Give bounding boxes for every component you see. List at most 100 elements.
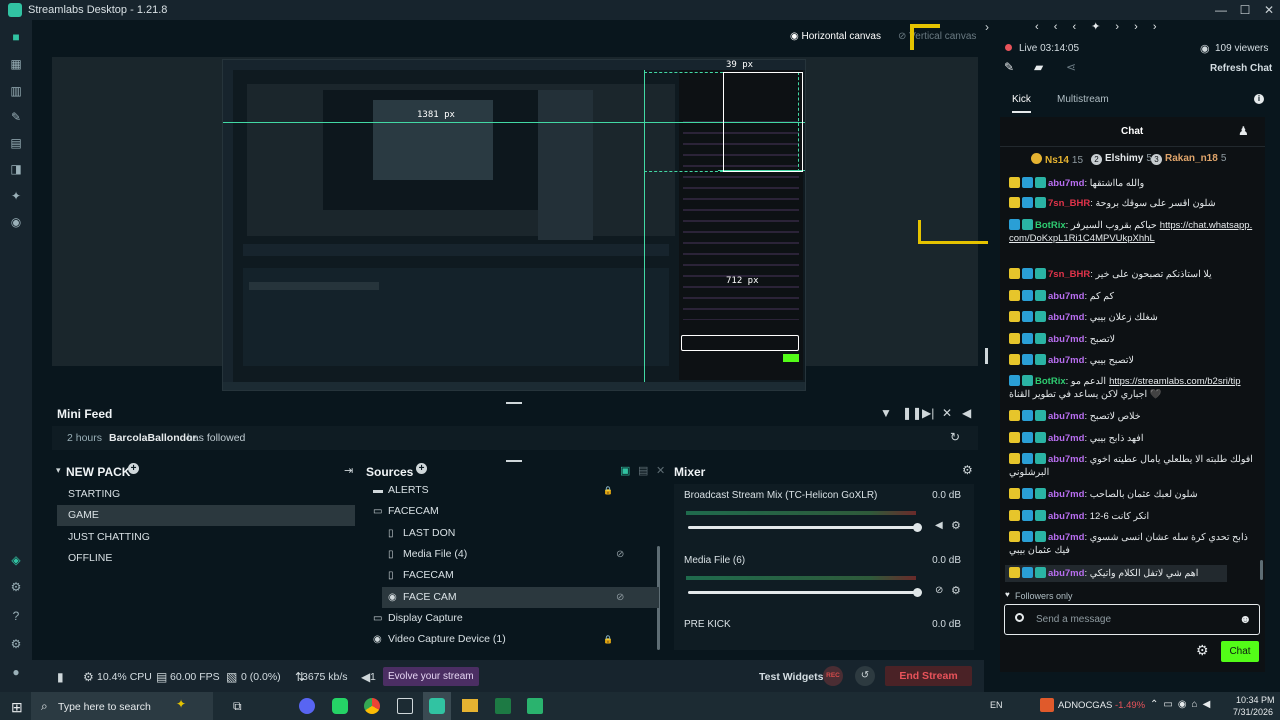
- hidden-eye-icon[interactable]: ⊘: [616, 587, 624, 608]
- chat-username[interactable]: abu7md: [1048, 178, 1084, 189]
- scene-collection-chevron-icon[interactable]: ▾: [56, 465, 61, 476]
- close-icon[interactable]: ✕: [1258, 0, 1280, 20]
- discord-icon[interactable]: [299, 698, 315, 714]
- resize-handle[interactable]: [985, 348, 988, 364]
- right-panel-collapse-icon[interactable]: ›: [985, 20, 989, 34]
- share-icon[interactable]: ⋖: [1066, 60, 1076, 74]
- volume-slider-knob[interactable]: [913, 587, 922, 597]
- speaker-icon[interactable]: ◀: [935, 520, 943, 531]
- horizontal-canvas-toggle[interactable]: ◉ Horizontal canvas: [790, 31, 881, 42]
- selective-recording-icon[interactable]: ▣: [620, 464, 630, 477]
- notification-icon[interactable]: ◀: [361, 670, 370, 684]
- add-scene-icon[interactable]: +: [128, 463, 139, 474]
- app-icon[interactable]: [527, 698, 543, 714]
- scene-collection-title[interactable]: NEW PACK: [66, 465, 130, 479]
- evolve-banner[interactable]: Evolve your stream: [383, 667, 479, 686]
- stats-chart-icon[interactable]: ▮: [57, 670, 64, 684]
- clock-date[interactable]: 7/31/2026: [1233, 707, 1273, 717]
- chat-username[interactable]: BotRix: [1035, 220, 1066, 231]
- chat-settings-icon[interactable]: ⚙: [1196, 642, 1209, 659]
- source-item[interactable]: ◉ FACE CAM ⊘: [382, 586, 659, 608]
- tab-kick[interactable]: Kick: [1012, 94, 1031, 113]
- dashboard-icon[interactable]: ▦: [9, 57, 23, 71]
- maximize-icon[interactable]: ☐: [1234, 0, 1256, 20]
- add-folder-icon[interactable]: ▤: [638, 464, 648, 477]
- clock-time[interactable]: 10:34 PM: [1236, 695, 1275, 705]
- source-item[interactable]: ▯ LAST DON: [367, 523, 659, 544]
- mixer-item-settings-icon[interactable]: ⚙: [951, 519, 961, 532]
- skip-icon[interactable]: ▶|: [922, 406, 934, 420]
- test-widgets-button[interactable]: Test Widgets: [759, 671, 823, 683]
- chat-users-icon[interactable]: ♟: [1238, 124, 1249, 138]
- refresh-chat-button[interactable]: Refresh Chat: [1210, 63, 1272, 74]
- feed-user[interactable]: BarcolaBallondor: [109, 432, 197, 444]
- lock-icon[interactable]: 🔒: [603, 480, 613, 501]
- ultra-icon[interactable]: ◈: [9, 553, 23, 567]
- chat-link[interactable]: https://streamlabs.com/b2sri/tip: [1109, 376, 1240, 387]
- source-item[interactable]: ▭ Display Capture: [367, 608, 659, 629]
- chat-username[interactable]: abu7md: [1048, 312, 1084, 323]
- layout-icon[interactable]: ▥: [9, 84, 23, 98]
- add-source-icon[interactable]: +: [416, 463, 427, 474]
- replay-buffer-button[interactable]: ↺: [855, 666, 875, 686]
- top-gifter[interactable]: Ns14 15: [1031, 153, 1083, 166]
- emoji-icon[interactable]: ☻: [1239, 612, 1252, 626]
- info-icon[interactable]: i: [1254, 94, 1264, 104]
- end-stream-button[interactable]: End Stream: [885, 666, 972, 686]
- minimize-icon[interactable]: —: [1210, 0, 1232, 20]
- mute-alert-icon[interactable]: ✕: [942, 406, 952, 420]
- tab-multistream[interactable]: Multistream: [1057, 94, 1109, 105]
- chat-username[interactable]: abu7md: [1048, 355, 1084, 366]
- settings-icon[interactable]: ⚙: [9, 637, 23, 651]
- rec-button[interactable]: REC: [823, 666, 843, 686]
- speaker-muted-icon[interactable]: ⊘: [935, 585, 943, 596]
- mixer-item-settings-icon[interactable]: ⚙: [951, 584, 961, 597]
- chat-input[interactable]: Send a message ☻: [1004, 604, 1260, 635]
- chrome-icon[interactable]: [364, 698, 380, 714]
- tray-icons[interactable]: ⌃▭◉⌂◀: [1150, 699, 1215, 710]
- source-item[interactable]: ▯ FACECAM: [367, 565, 659, 586]
- account-icon[interactable]: ●: [9, 665, 23, 679]
- scene-item[interactable]: JUST CHATTING: [57, 527, 355, 548]
- chat-username[interactable]: abu7md: [1048, 568, 1084, 579]
- volume-slider[interactable]: [688, 526, 918, 529]
- scene-item[interactable]: OFFLINE: [57, 548, 355, 569]
- scene-item[interactable]: STARTING: [57, 484, 355, 505]
- chat-username[interactable]: abu7md: [1048, 489, 1084, 500]
- top-gifter[interactable]: 2 Elshimy 5: [1091, 153, 1152, 165]
- toolbox-icon[interactable]: ▰: [1034, 60, 1043, 74]
- scene-transition-icon[interactable]: ⇥: [344, 464, 353, 477]
- chat-username[interactable]: abu7md: [1048, 291, 1084, 302]
- remove-source-icon[interactable]: ✕: [656, 464, 665, 477]
- edit-stream-icon[interactable]: ✎: [1004, 60, 1014, 74]
- chat-send-button[interactable]: Chat: [1221, 641, 1259, 662]
- chat-username[interactable]: 7sn_BHR: [1048, 198, 1090, 209]
- task-view-icon[interactable]: ⧉: [233, 699, 242, 714]
- chat-username[interactable]: abu7md: [1048, 433, 1084, 444]
- volume-slider[interactable]: [688, 590, 918, 594]
- pause-icon[interactable]: ❚❚: [902, 406, 922, 420]
- chat-username[interactable]: BotRix: [1035, 376, 1066, 387]
- chat-username[interactable]: abu7md: [1048, 532, 1084, 543]
- integrations-icon[interactable]: ⚙: [9, 580, 23, 594]
- input-language[interactable]: EN: [990, 700, 1003, 710]
- stock-ticker-name[interactable]: ADNOCGAS: [1058, 700, 1112, 711]
- source-item[interactable]: ▬ ALERTS 🔒: [367, 480, 659, 501]
- chat-scrollbar[interactable]: [1260, 560, 1263, 580]
- lock-icon[interactable]: 🔒: [603, 629, 613, 650]
- mixer-settings-icon[interactable]: ⚙: [962, 463, 973, 477]
- chat-username[interactable]: 7sn_BHR: [1048, 269, 1090, 280]
- replay-icon[interactable]: ↻: [950, 430, 960, 444]
- highlighter-icon[interactable]: ◉: [9, 215, 23, 229]
- top-gifter[interactable]: 3 Rakan_n18 5: [1151, 153, 1226, 165]
- apps-icon[interactable]: ✦: [9, 189, 23, 203]
- overlay-icon[interactable]: ◨: [9, 162, 23, 176]
- filter-icon[interactable]: ▼: [880, 406, 892, 420]
- whatsapp-icon[interactable]: [332, 698, 348, 714]
- xbox-icon[interactable]: [397, 698, 413, 714]
- taskbar-search[interactable]: ⌕ Type here to search ✦: [31, 692, 213, 720]
- scene-item[interactable]: GAME: [57, 505, 355, 527]
- volume-slider-knob[interactable]: [913, 523, 922, 532]
- source-item[interactable]: ◉ Video Capture Device (1) 🔒: [367, 629, 659, 650]
- help-icon[interactable]: ?: [9, 609, 23, 623]
